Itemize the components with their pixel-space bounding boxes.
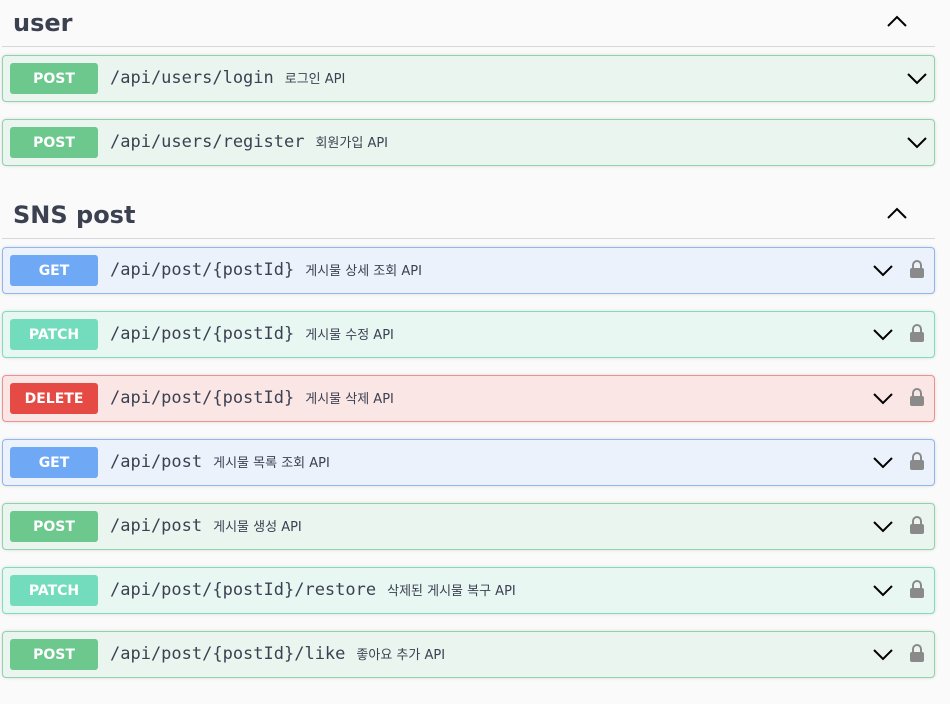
- operation-path: /api/post/{postId}: [110, 388, 295, 408]
- operation-path-group: /api/users/register 회원가입 API: [110, 132, 388, 152]
- method-badge: POST: [10, 639, 98, 670]
- lock-icon[interactable]: [909, 643, 925, 663]
- chevron-down-icon[interactable]: [872, 391, 894, 405]
- operation-path-group: /api/post/{postId} 게시물 상세 조회 API: [110, 260, 422, 280]
- method-badge: GET: [10, 255, 98, 286]
- operation-row[interactable]: POST /api/users/register 회원가입 API: [2, 119, 935, 166]
- lock-icon[interactable]: [909, 323, 925, 343]
- lock-icon[interactable]: [909, 387, 925, 407]
- operation-path-group: /api/post/{postId}/like 좋아요 추가 API: [110, 644, 445, 664]
- operation-row[interactable]: POST /api/post/{postId}/like 좋아요 추가 API: [2, 631, 935, 678]
- method-badge: DELETE: [10, 383, 98, 414]
- operation-row[interactable]: POST /api/users/login 로그인 API: [2, 55, 935, 102]
- operation-path: /api/post: [110, 452, 203, 472]
- operation-summary: 좋아요 추가 API: [356, 648, 446, 663]
- lock-icon[interactable]: [909, 259, 925, 279]
- operation-summary: 회원가입 API: [315, 136, 389, 151]
- operation-path: /api/post/{postId}: [110, 324, 295, 344]
- operation-row[interactable]: PATCH /api/post/{postId}/restore 삭제된 게시물…: [2, 567, 935, 614]
- operation-summary: 로그인 API: [284, 72, 346, 87]
- section-header-user[interactable]: user: [2, 0, 935, 47]
- chevron-down-icon[interactable]: [906, 135, 928, 149]
- method-badge: GET: [10, 447, 98, 478]
- chevron-down-icon[interactable]: [872, 263, 894, 277]
- lock-icon[interactable]: [909, 515, 925, 535]
- operation-row[interactable]: DELETE /api/post/{postId} 게시물 삭제 API: [2, 375, 935, 422]
- chevron-down-icon[interactable]: [872, 327, 894, 341]
- section-title: SNS post: [13, 201, 136, 229]
- operation-path: /api/post/{postId}/like: [110, 644, 346, 664]
- operation-summary: 게시물 목록 조회 API: [213, 456, 330, 471]
- operation-path-group: /api/users/login 로그인 API: [110, 68, 345, 88]
- chevron-down-icon[interactable]: [872, 455, 894, 469]
- chevron-down-icon[interactable]: [872, 647, 894, 661]
- section-header-sns-post[interactable]: SNS post: [2, 192, 935, 239]
- operation-path-group: /api/post/{postId}/restore 삭제된 게시물 복구 AP…: [110, 580, 516, 600]
- operation-path: /api/post/{postId}/restore: [110, 580, 377, 600]
- chevron-up-icon[interactable]: [885, 205, 909, 221]
- method-badge: PATCH: [10, 319, 98, 350]
- chevron-down-icon[interactable]: [872, 583, 894, 597]
- operation-summary: 게시물 삭제 API: [305, 392, 394, 407]
- operation-summary: 게시물 상세 조회 API: [305, 264, 422, 279]
- section-title: user: [13, 9, 73, 37]
- operation-summary: 게시물 수정 API: [305, 328, 394, 343]
- operation-path: /api/post: [110, 516, 203, 536]
- operation-path-group: /api/post/{postId} 게시물 삭제 API: [110, 388, 394, 408]
- operation-path-group: /api/post 게시물 생성 API: [110, 516, 302, 536]
- lock-icon[interactable]: [909, 451, 925, 471]
- chevron-down-icon[interactable]: [906, 71, 928, 85]
- operation-path-group: /api/post 게시물 목록 조회 API: [110, 452, 330, 472]
- lock-icon[interactable]: [909, 579, 925, 599]
- operation-path: /api/users/register: [110, 132, 305, 152]
- operation-row[interactable]: GET /api/post 게시물 목록 조회 API: [2, 439, 935, 486]
- operation-row[interactable]: POST /api/post 게시물 생성 API: [2, 503, 935, 550]
- operation-summary: 삭제된 게시물 복구 API: [387, 584, 516, 599]
- chevron-down-icon[interactable]: [872, 519, 894, 533]
- method-badge: POST: [10, 63, 98, 94]
- operation-path: /api/post/{postId}: [110, 260, 295, 280]
- operation-path: /api/users/login: [110, 68, 274, 88]
- operation-path-group: /api/post/{postId} 게시물 수정 API: [110, 324, 394, 344]
- operation-summary: 게시물 생성 API: [213, 520, 302, 535]
- method-badge: POST: [10, 127, 98, 158]
- method-badge: PATCH: [10, 575, 98, 606]
- operation-row[interactable]: PATCH /api/post/{postId} 게시물 수정 API: [2, 311, 935, 358]
- chevron-up-icon[interactable]: [885, 13, 909, 29]
- method-badge: POST: [10, 511, 98, 542]
- operation-row[interactable]: GET /api/post/{postId} 게시물 상세 조회 API: [2, 247, 935, 294]
